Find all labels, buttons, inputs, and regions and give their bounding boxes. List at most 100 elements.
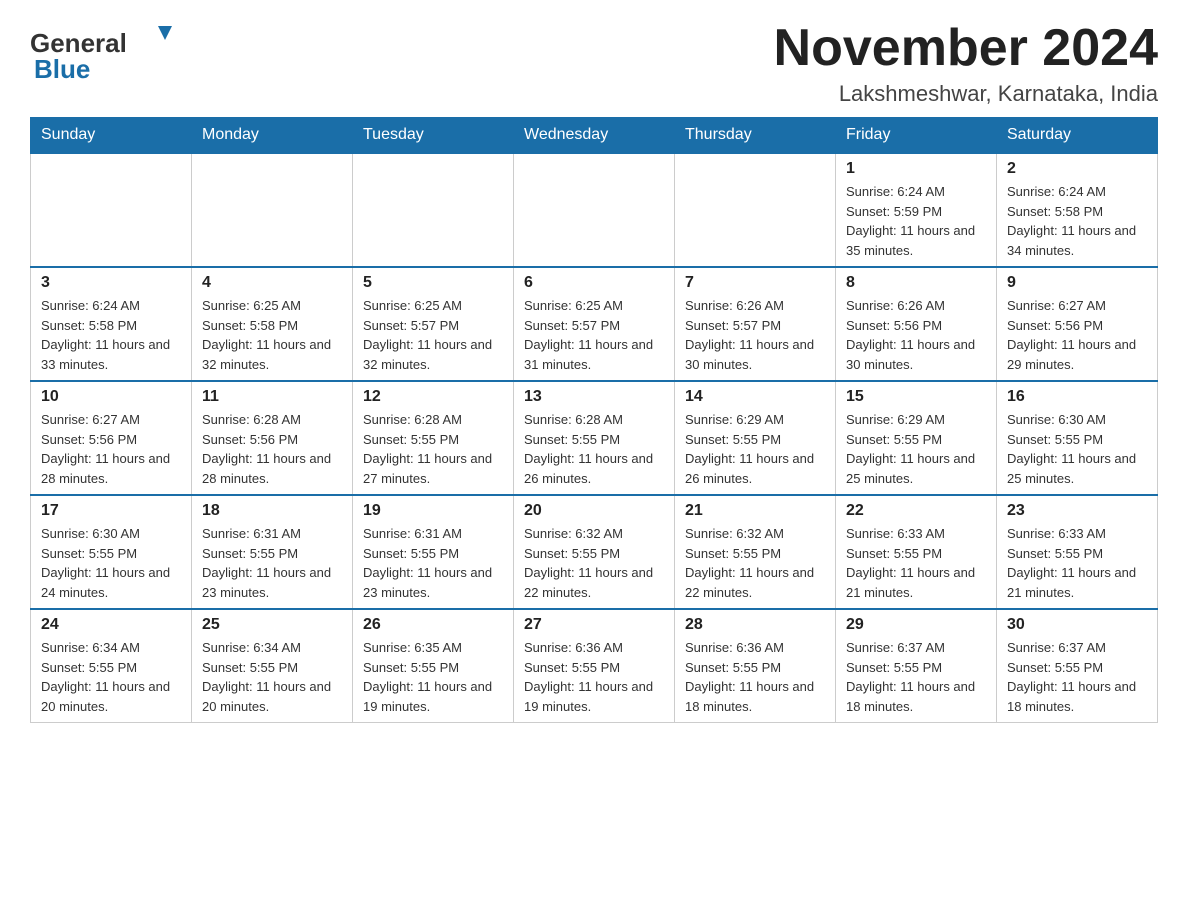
calendar-cell: 5Sunrise: 6:25 AMSunset: 5:57 PMDaylight… <box>353 267 514 381</box>
calendar-cell: 30 Sunrise: 6:37 AMSunset: 5:55 PMDayligh… <box>997 609 1158 723</box>
week-row-2: 3 Sunrise: 6:24 AMSunset: 5:58 PMDaylight… <box>31 267 1158 381</box>
day-number: 25 <box>202 616 342 634</box>
location: Lakshmeshwar, Karnataka, India <box>774 81 1158 107</box>
calendar-cell: 24 Sunrise: 6:34 AMSunset: 5:55 PMDayligh… <box>31 609 192 723</box>
day-number: 4 <box>202 274 342 292</box>
header-saturday: Saturday <box>997 118 1158 154</box>
day-number: 29 <box>846 616 986 634</box>
day-info: Sunrise: 6:28 AMSunset: 5:55 PMDaylight:… <box>363 410 503 488</box>
calendar-cell: 1Sunrise: 6:24 AMSunset: 5:59 PMDaylight… <box>836 153 997 267</box>
calendar-cell: 13 Sunrise: 6:28 AMSunset: 5:55 PMDayligh… <box>514 381 675 495</box>
day-number: 5 <box>363 274 503 292</box>
day-info: Sunrise: 6:24 AMSunset: 5:59 PMDaylight:… <box>846 182 986 260</box>
day-number: 17 <box>41 502 181 520</box>
day-info: Sunrise: 6:34 AMSunset: 5:55 PMDaylight:… <box>41 638 181 716</box>
day-info: Sunrise: 6:31 AMSunset: 5:55 PMDaylight:… <box>202 524 342 602</box>
calendar-cell: 28 Sunrise: 6:36 AMSunset: 5:55 PMDayligh… <box>675 609 836 723</box>
day-info: Sunrise: 6:36 AMSunset: 5:55 PMDaylight:… <box>685 638 825 716</box>
day-info: Sunrise: 6:34 AMSunset: 5:55 PMDaylight:… <box>202 638 342 716</box>
day-info: Sunrise: 6:27 AMSunset: 5:56 PMDaylight:… <box>41 410 181 488</box>
header-wednesday: Wednesday <box>514 118 675 154</box>
day-number: 2 <box>1007 160 1147 178</box>
day-info: Sunrise: 6:29 AMSunset: 5:55 PMDaylight:… <box>685 410 825 488</box>
day-info: Sunrise: 6:24 AMSunset: 5:58 PMDaylight:… <box>1007 182 1147 260</box>
day-number: 3 <box>41 274 181 292</box>
day-number: 26 <box>363 616 503 634</box>
calendar-cell: 22 Sunrise: 6:33 AMSunset: 5:55 PMDayligh… <box>836 495 997 609</box>
calendar-cell: 16 Sunrise: 6:30 AMSunset: 5:55 PMDayligh… <box>997 381 1158 495</box>
calendar-cell <box>675 153 836 267</box>
day-info: Sunrise: 6:37 AMSunset: 5:55 PMDaylight:… <box>1007 638 1147 716</box>
header-sunday: Sunday <box>31 118 192 154</box>
weekday-header-row: Sunday Monday Tuesday Wednesday Thursday… <box>31 118 1158 154</box>
calendar-cell: 14 Sunrise: 6:29 AMSunset: 5:55 PMDayligh… <box>675 381 836 495</box>
day-number: 18 <box>202 502 342 520</box>
calendar-cell: 23Sunrise: 6:33 AMSunset: 5:55 PMDayligh… <box>997 495 1158 609</box>
svg-text:Blue: Blue <box>34 54 90 84</box>
day-info: Sunrise: 6:33 AMSunset: 5:55 PMDaylight:… <box>846 524 986 602</box>
day-number: 13 <box>524 388 664 406</box>
calendar-cell: 11Sunrise: 6:28 AMSunset: 5:56 PMDayligh… <box>192 381 353 495</box>
calendar-cell: 18 Sunrise: 6:31 AMSunset: 5:55 PMDayligh… <box>192 495 353 609</box>
calendar-cell: 7Sunrise: 6:26 AMSunset: 5:57 PMDaylight… <box>675 267 836 381</box>
day-number: 9 <box>1007 274 1147 292</box>
calendar-cell: 20 Sunrise: 6:32 AMSunset: 5:55 PMDayligh… <box>514 495 675 609</box>
day-info: Sunrise: 6:25 AMSunset: 5:58 PMDaylight:… <box>202 296 342 374</box>
day-number: 28 <box>685 616 825 634</box>
day-info: Sunrise: 6:30 AMSunset: 5:55 PMDaylight:… <box>1007 410 1147 488</box>
calendar-cell: 12 Sunrise: 6:28 AMSunset: 5:55 PMDayligh… <box>353 381 514 495</box>
day-number: 22 <box>846 502 986 520</box>
calendar-cell: 9 Sunrise: 6:27 AMSunset: 5:56 PMDaylight… <box>997 267 1158 381</box>
page-header: General Blue November 2024 Lakshmeshwar,… <box>30 20 1158 107</box>
day-number: 19 <box>363 502 503 520</box>
logo-svg: General Blue <box>30 20 190 85</box>
day-info: Sunrise: 6:25 AMSunset: 5:57 PMDaylight:… <box>524 296 664 374</box>
day-info: Sunrise: 6:28 AMSunset: 5:56 PMDaylight:… <box>202 410 342 488</box>
title-area: November 2024 Lakshmeshwar, Karnataka, I… <box>774 20 1158 107</box>
day-number: 23 <box>1007 502 1147 520</box>
day-number: 15 <box>846 388 986 406</box>
calendar-cell <box>514 153 675 267</box>
header-tuesday: Tuesday <box>353 118 514 154</box>
day-info: Sunrise: 6:30 AMSunset: 5:55 PMDaylight:… <box>41 524 181 602</box>
calendar-cell: 27 Sunrise: 6:36 AMSunset: 5:55 PMDayligh… <box>514 609 675 723</box>
calendar-table: Sunday Monday Tuesday Wednesday Thursday… <box>30 117 1158 723</box>
logo: General Blue <box>30 20 190 85</box>
calendar-cell: 17 Sunrise: 6:30 AMSunset: 5:55 PMDayligh… <box>31 495 192 609</box>
calendar-cell: 19 Sunrise: 6:31 AMSunset: 5:55 PMDayligh… <box>353 495 514 609</box>
week-row-5: 24 Sunrise: 6:34 AMSunset: 5:55 PMDayligh… <box>31 609 1158 723</box>
day-info: Sunrise: 6:24 AMSunset: 5:58 PMDaylight:… <box>41 296 181 374</box>
day-number: 20 <box>524 502 664 520</box>
calendar-cell: 21 Sunrise: 6:32 AMSunset: 5:55 PMDayligh… <box>675 495 836 609</box>
header-monday: Monday <box>192 118 353 154</box>
week-row-3: 10 Sunrise: 6:27 AMSunset: 5:56 PMDayligh… <box>31 381 1158 495</box>
month-title: November 2024 <box>774 20 1158 77</box>
calendar-cell <box>192 153 353 267</box>
day-info: Sunrise: 6:36 AMSunset: 5:55 PMDaylight:… <box>524 638 664 716</box>
day-number: 16 <box>1007 388 1147 406</box>
day-number: 14 <box>685 388 825 406</box>
calendar-cell: 6 Sunrise: 6:25 AMSunset: 5:57 PMDaylight… <box>514 267 675 381</box>
day-info: Sunrise: 6:37 AMSunset: 5:55 PMDaylight:… <box>846 638 986 716</box>
header-thursday: Thursday <box>675 118 836 154</box>
calendar-cell <box>353 153 514 267</box>
day-info: Sunrise: 6:32 AMSunset: 5:55 PMDaylight:… <box>524 524 664 602</box>
day-info: Sunrise: 6:32 AMSunset: 5:55 PMDaylight:… <box>685 524 825 602</box>
week-row-1: 1Sunrise: 6:24 AMSunset: 5:59 PMDaylight… <box>31 153 1158 267</box>
day-number: 12 <box>363 388 503 406</box>
day-number: 10 <box>41 388 181 406</box>
day-info: Sunrise: 6:26 AMSunset: 5:56 PMDaylight:… <box>846 296 986 374</box>
day-number: 30 <box>1007 616 1147 634</box>
day-number: 6 <box>524 274 664 292</box>
day-info: Sunrise: 6:27 AMSunset: 5:56 PMDaylight:… <box>1007 296 1147 374</box>
header-friday: Friday <box>836 118 997 154</box>
day-info: Sunrise: 6:35 AMSunset: 5:55 PMDaylight:… <box>363 638 503 716</box>
day-number: 24 <box>41 616 181 634</box>
calendar-cell: 3 Sunrise: 6:24 AMSunset: 5:58 PMDaylight… <box>31 267 192 381</box>
day-info: Sunrise: 6:28 AMSunset: 5:55 PMDaylight:… <box>524 410 664 488</box>
day-number: 27 <box>524 616 664 634</box>
day-info: Sunrise: 6:31 AMSunset: 5:55 PMDaylight:… <box>363 524 503 602</box>
calendar-cell: 10 Sunrise: 6:27 AMSunset: 5:56 PMDayligh… <box>31 381 192 495</box>
day-info: Sunrise: 6:29 AMSunset: 5:55 PMDaylight:… <box>846 410 986 488</box>
day-number: 21 <box>685 502 825 520</box>
